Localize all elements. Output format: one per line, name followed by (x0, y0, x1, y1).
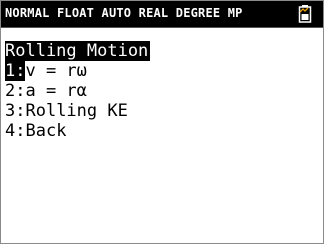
menu-item-label: Back (25, 121, 67, 141)
calculator-screen: NORMAL FLOAT AUTO REAL DEGREE MP Rolling… (0, 0, 324, 244)
status-divider (1, 27, 323, 28)
menu-item-label: Rolling KE (25, 101, 128, 121)
menu-item-number: 3: (5, 101, 26, 121)
status-bar: NORMAL FLOAT AUTO REAL DEGREE MP (1, 1, 323, 27)
menu-item-v-equals-r-omega[interactable]: 1:v = rω (5, 61, 150, 81)
menu-item-number: 1: (5, 61, 26, 81)
menu-title: Rolling Motion (5, 41, 151, 61)
menu-item-label: v = rω (25, 61, 87, 81)
menu-item-a-equals-r-alpha[interactable]: 2:a = rα (5, 81, 150, 101)
rolling-motion-menu: Rolling Motion 1:v = rω 2:a = rα 3:Rolli… (5, 41, 151, 141)
menu-item-number: 2: (5, 81, 26, 101)
battery-icon (298, 5, 312, 23)
menu-item-back[interactable]: 4:Back (5, 121, 150, 141)
mode-status-text: NORMAL FLOAT AUTO REAL DEGREE MP (5, 6, 243, 20)
menu-item-number: 4: (5, 121, 26, 141)
menu-item-label: a = rα (25, 81, 87, 101)
menu-item-rolling-ke[interactable]: 3:Rolling KE (5, 101, 150, 121)
